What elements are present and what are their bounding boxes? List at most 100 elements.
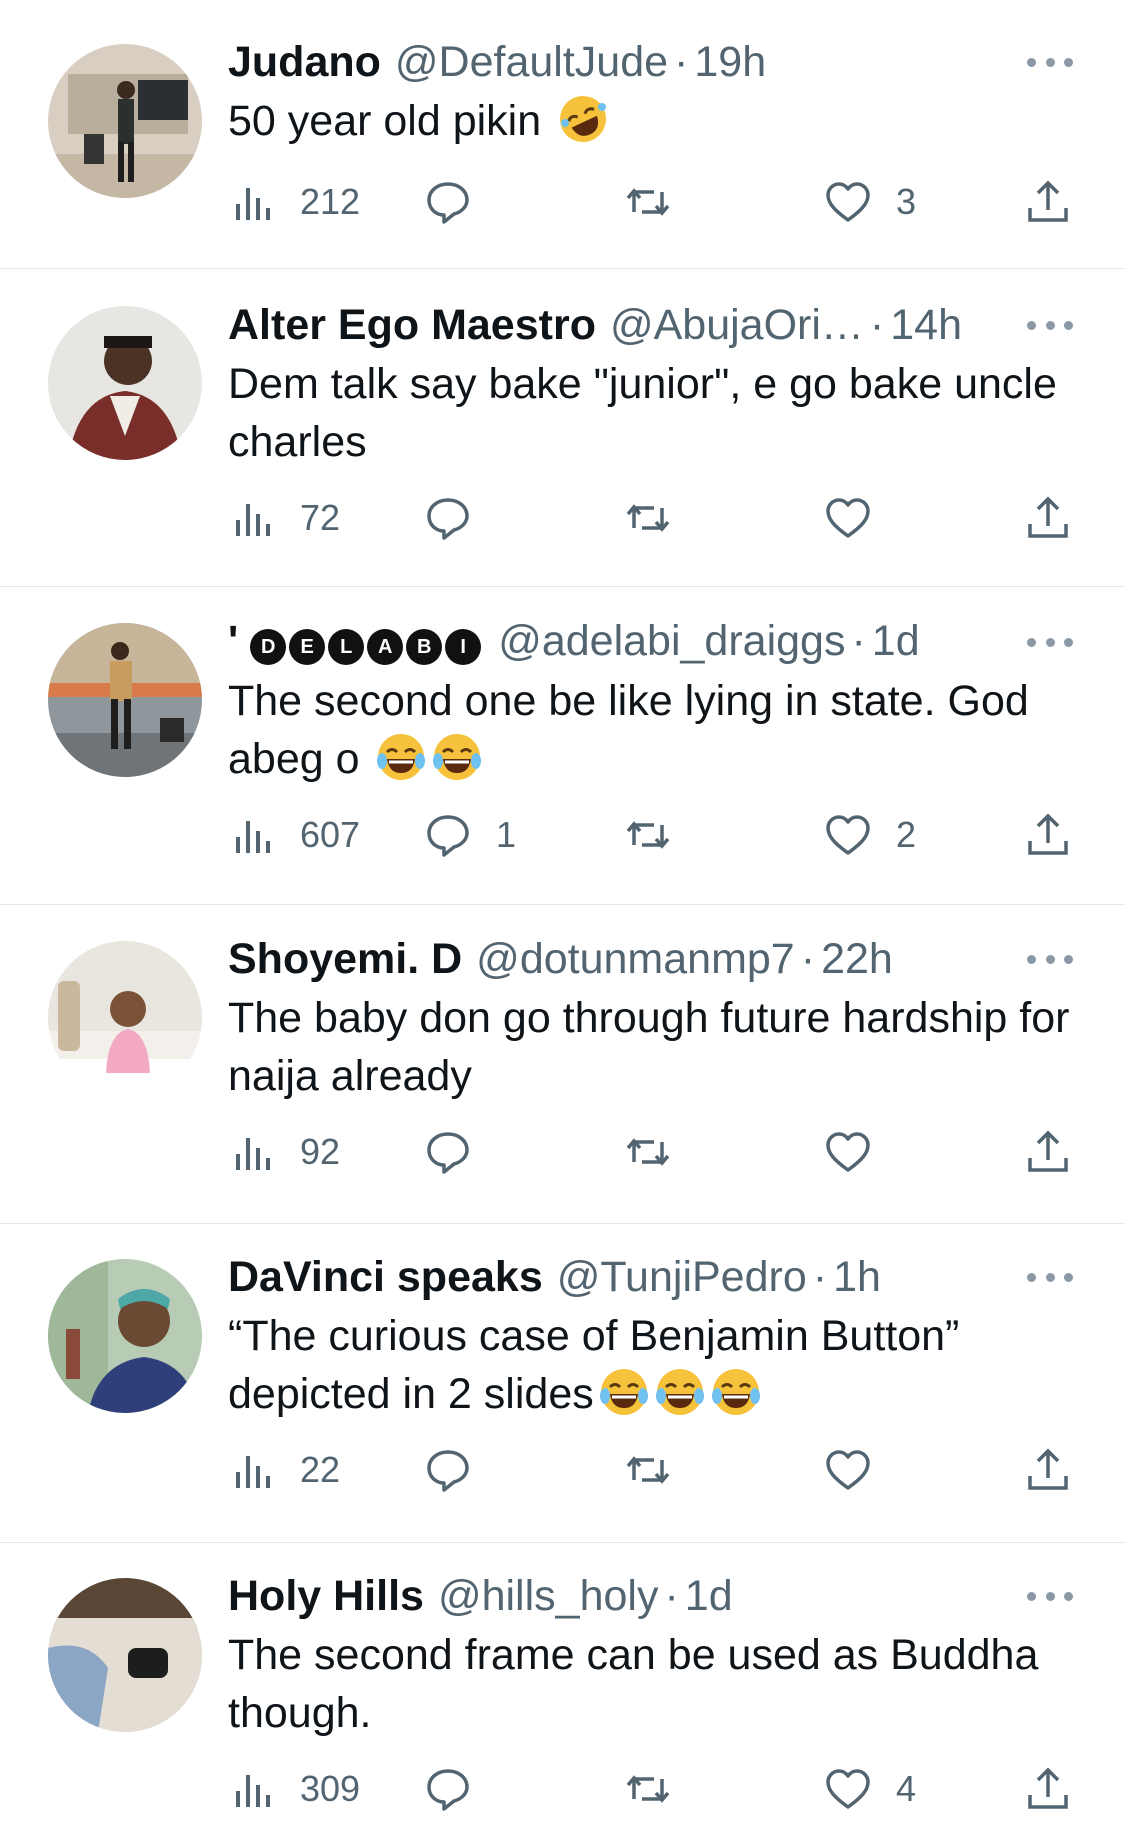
timestamp[interactable]: 14h	[890, 299, 962, 351]
views-button[interactable]: 22	[228, 1440, 340, 1500]
separator: ·	[664, 1572, 679, 1620]
share-button[interactable]	[1024, 1759, 1072, 1819]
timestamp[interactable]: 22h	[821, 933, 893, 985]
share-button[interactable]	[1024, 172, 1072, 232]
share-button[interactable]	[1024, 1440, 1072, 1500]
views-count: 72	[300, 497, 341, 538]
author-name[interactable]: Shoyemi. D	[228, 933, 462, 985]
author-handle[interactable]: @AbujaOri…	[610, 299, 864, 351]
tweet[interactable]: Judano @DefaultJude · 19h 50 year old pi…	[0, 0, 1125, 268]
reply-icon	[427, 815, 469, 857]
author-handle[interactable]: @DefaultJude	[395, 36, 668, 88]
like-count: 2	[896, 814, 917, 855]
like-icon	[826, 498, 870, 538]
timestamp[interactable]: 1d	[685, 1570, 733, 1622]
like-icon	[826, 815, 870, 855]
tweet[interactable]: Holy Hills @hills_holy · 1d The second f…	[0, 1543, 1125, 1836]
avatar[interactable]	[48, 44, 202, 198]
author-handle[interactable]: @TunjiPedro	[557, 1251, 807, 1303]
author-name[interactable]: Judano	[228, 36, 381, 88]
tweet-body: The second frame can be used as Buddha t…	[228, 1631, 1039, 1737]
tweet[interactable]: Alter Ego Maestro @AbujaOri… · 14h Dem t…	[0, 269, 1125, 586]
more-icon[interactable]	[1027, 55, 1073, 69]
author-handle[interactable]: @dotunmanmp7	[476, 933, 795, 985]
author-handle[interactable]: @hills_holy	[438, 1570, 659, 1622]
like-count: 3	[896, 181, 917, 222]
joy-emoji-icon	[655, 1369, 704, 1415]
retweet-icon	[626, 1138, 670, 1166]
like-button[interactable]	[824, 1440, 896, 1500]
reply-button[interactable]	[424, 1440, 496, 1500]
separator: ·	[869, 301, 885, 349]
retweet-button[interactable]	[624, 1122, 696, 1182]
more-icon[interactable]	[1027, 1589, 1073, 1603]
tweet[interactable]: Shoyemi. D @dotunmanmp7 · 22h The baby d…	[0, 905, 1125, 1223]
retweet-icon	[626, 504, 670, 532]
more-icon[interactable]	[1027, 635, 1073, 649]
reply-button[interactable]	[424, 488, 496, 548]
tweet[interactable]: DaVinci speaks @TunjiPedro · 1h “The cur…	[0, 1224, 1125, 1542]
like-button[interactable]: 2	[824, 805, 916, 865]
reply-button[interactable]	[424, 1759, 496, 1819]
views-icon	[236, 1456, 270, 1488]
views-button[interactable]: 212	[228, 172, 360, 232]
views-count: 22	[300, 1449, 341, 1490]
tweet-body: The baby don go through future hardship …	[228, 994, 1070, 1100]
tweet-text: Dem talk say bake "junior", e go bake un…	[228, 355, 1088, 471]
timestamp[interactable]: 1h	[833, 1251, 881, 1303]
more-icon[interactable]	[1027, 1270, 1073, 1284]
author-name[interactable]: Alter Ego Maestro	[228, 299, 596, 351]
retweet-button[interactable]	[624, 1759, 696, 1819]
like-button[interactable]: 3	[824, 172, 916, 232]
tweet-text: The second frame can be used as Buddha t…	[228, 1626, 1088, 1742]
like-icon	[826, 182, 870, 222]
avatar[interactable]	[48, 306, 202, 460]
tweet-text: The baby don go through future hardship …	[228, 989, 1088, 1105]
reply-button[interactable]: 1	[424, 805, 516, 865]
share-button[interactable]	[1024, 488, 1072, 548]
reply-icon	[427, 1450, 469, 1492]
timestamp[interactable]: 1d	[872, 615, 920, 667]
views-button[interactable]: 309	[228, 1759, 360, 1819]
views-icon	[236, 1775, 270, 1807]
tweet-text: The second one be like lying in state. G…	[228, 672, 1088, 788]
author-handle[interactable]: @adelabi_draiggs	[498, 615, 845, 667]
like-count: 4	[896, 1768, 917, 1809]
retweet-button[interactable]	[624, 172, 696, 232]
timestamp[interactable]: 19h	[694, 36, 766, 88]
reply-button[interactable]	[424, 1122, 496, 1182]
tweet-text: 50 year old pikin	[228, 92, 1088, 150]
retweet-button[interactable]	[624, 1440, 696, 1500]
views-button[interactable]: 92	[228, 1122, 340, 1182]
share-button[interactable]	[1024, 1122, 1072, 1182]
author-name[interactable]: DaVinci speaks	[228, 1251, 543, 1303]
more-icon[interactable]	[1027, 318, 1073, 332]
share-button[interactable]	[1024, 805, 1072, 865]
avatar[interactable]	[48, 1259, 202, 1413]
author-name[interactable]: Holy Hills	[228, 1570, 424, 1622]
tweet[interactable]: ' DELABI @adelabi_draiggs · 1d The secon…	[0, 587, 1125, 904]
reply-count: 1	[496, 814, 517, 855]
views-count: 309	[300, 1768, 361, 1809]
separator: ·	[812, 1253, 828, 1301]
reply-icon	[427, 1132, 469, 1174]
views-button[interactable]: 607	[228, 805, 360, 865]
reply-icon	[427, 1769, 469, 1811]
retweet-button[interactable]	[624, 805, 696, 865]
name-prefix: '	[228, 617, 239, 665]
more-icon[interactable]	[1027, 952, 1073, 966]
name-badge: L	[328, 629, 365, 665]
views-button[interactable]: 72	[228, 488, 340, 548]
avatar[interactable]	[48, 1578, 202, 1732]
retweet-button[interactable]	[624, 488, 696, 548]
avatar[interactable]	[48, 623, 202, 777]
author-name[interactable]: ' DELABI	[228, 615, 484, 667]
like-button[interactable]	[824, 1122, 896, 1182]
like-button[interactable]: 4	[824, 1759, 916, 1819]
avatar[interactable]	[48, 941, 202, 1095]
like-button[interactable]	[824, 488, 896, 548]
name-badge: B	[406, 629, 443, 665]
reply-button[interactable]	[424, 172, 496, 232]
views-icon	[236, 504, 270, 536]
joy-emoji-icon	[599, 1369, 648, 1415]
